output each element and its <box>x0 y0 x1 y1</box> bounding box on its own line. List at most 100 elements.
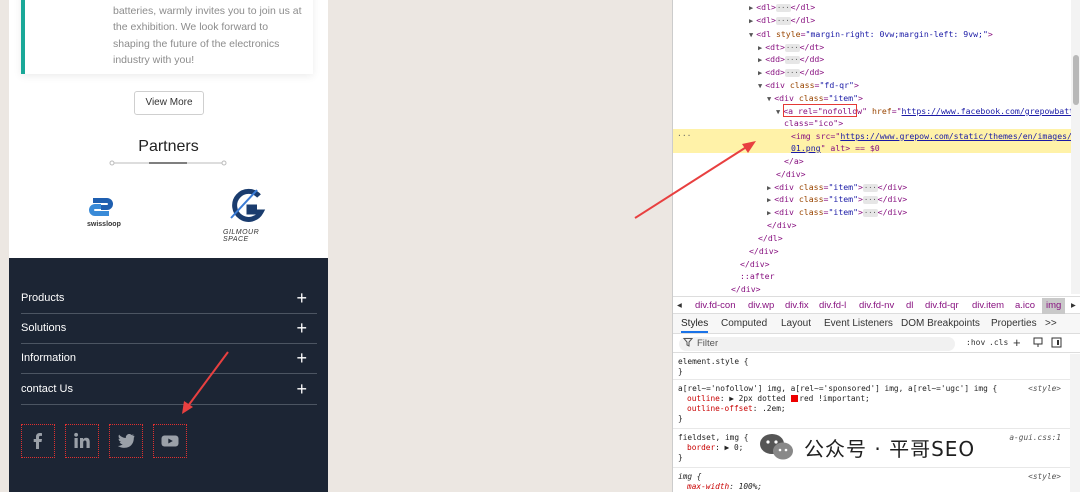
dom-node[interactable]: ▼ <dl style="margin-right: 0vw;margin-lef… <box>749 28 993 40</box>
style-rule-img: img { <style> max-width: 100%; <box>678 472 1061 491</box>
dom-node[interactable]: ▶ <div class="item">···</div> <box>767 193 907 205</box>
tab-event-listeners[interactable]: Event Listeners <box>824 318 893 329</box>
dom-node[interactable]: ▶ <dl>···</dl> <box>749 14 815 26</box>
linkedin-icon <box>74 432 90 448</box>
plus-icon[interactable]: + <box>296 380 307 398</box>
plus-icon[interactable]: + <box>296 289 307 307</box>
style-source-link[interactable]: <style> <box>1028 472 1061 481</box>
breadcrumb-item[interactable]: div.fd-qr <box>925 300 959 311</box>
dom-pseudo-after: ::after <box>740 271 775 281</box>
dom-node[interactable]: ▶ <dt>···</dt> <box>758 41 824 53</box>
filter-placeholder: Filter <box>697 338 719 349</box>
wechat-icon <box>760 434 793 460</box>
styles-toolbar: Filter :hov .cls + <box>673 335 1080 353</box>
dom-node: </div> <box>776 169 806 179</box>
youtube-icon[interactable] <box>153 424 187 458</box>
footer-item-contact-us[interactable]: contact Us + <box>21 375 317 405</box>
card-text: batteries, warmly invites you to join us… <box>113 5 302 66</box>
styles-scrollbar[interactable] <box>1070 354 1080 492</box>
chevron-right-icon[interactable]: ▸ <box>1071 300 1076 311</box>
dom-node-img[interactable]: <img src="https://www.grepow.com/static/… <box>791 130 1080 142</box>
footer-item-label: Products <box>21 292 65 304</box>
breadcrumb-item[interactable]: div.item <box>972 300 1004 311</box>
linkedin-icon[interactable] <box>65 424 99 458</box>
hov-toggle[interactable]: :hov <box>966 338 985 347</box>
dom-node: </div> <box>740 259 770 269</box>
watermark-text: 公众号 · 平哥SEO <box>804 436 976 461</box>
plus-icon[interactable]: + <box>296 319 307 337</box>
dom-node: </div> <box>731 284 761 294</box>
styles-pane: element.style { } a[rel~='nofollow'] img… <box>673 354 1080 492</box>
filter-input[interactable] <box>679 337 955 351</box>
breadcrumb-item-selected[interactable]: img <box>1042 298 1066 314</box>
gilmour-logo-text: GILMOUR SPACE <box>223 229 260 243</box>
dom-node[interactable]: ▶ <dd>···</dd> <box>758 66 824 78</box>
sidebar-tabs: Styles Computed Layout Event Listeners D… <box>673 314 1080 334</box>
scrollbar-thumb[interactable] <box>1073 55 1079 105</box>
footer-item-label: Information <box>21 352 77 364</box>
style-rule-element: element.style { } <box>673 354 1071 380</box>
dom-node[interactable]: ▶ <div class="item">···</div> <box>767 181 907 193</box>
breadcrumb-item[interactable]: div.fd-nv <box>859 300 894 311</box>
elements-tree: ··· ▶ <dl>···</dl> ▶ <dl>···</dl> ▼ <dl sty… <box>673 0 1080 294</box>
style-source-link[interactable]: a-gui.css:1 <box>1009 433 1061 442</box>
swissloop-logo-mark <box>89 198 113 216</box>
elements-scrollbar[interactable] <box>1071 0 1080 294</box>
devtools-panel: ··· ▶ <dl>···</dl> ▶ <dl>···</dl> ▼ <dl sty… <box>672 0 1080 492</box>
partners-heading: Partners <box>138 138 199 155</box>
filter-icon <box>682 337 694 350</box>
plus-icon[interactable]: + <box>296 349 307 367</box>
mobile-page-preview: batteries, warmly invites you to join us… <box>9 0 328 492</box>
facebook-icon[interactable] <box>21 424 55 458</box>
breadcrumb-item[interactable]: a.ico <box>1015 300 1035 311</box>
tab-computed[interactable]: Computed <box>721 318 767 329</box>
twitter-icon <box>117 434 135 448</box>
dom-node: </dl> <box>758 233 783 243</box>
breadcrumb-item[interactable]: div.fix <box>785 300 809 311</box>
dom-node-anchor-class: class="ico"> <box>784 118 844 128</box>
breadcrumb: ◂ div.fd-con div.wp div.fix div.fd-l div… <box>673 296 1080 314</box>
breadcrumb-item[interactable]: div.wp <box>748 300 774 311</box>
style-rule-nofollow: a[rel~='nofollow'] img, a[rel~='sponsore… <box>673 381 1071 429</box>
chevron-left-icon[interactable]: ◂ <box>677 300 682 311</box>
twitter-icon[interactable] <box>109 424 143 458</box>
node-actions-ellipsis[interactable]: ··· <box>677 131 691 140</box>
tab-dom-breakpoints[interactable]: DOM Breakpoints <box>901 318 980 329</box>
dom-node[interactable]: ▶ <dd>···</dd> <box>758 53 824 65</box>
dom-node[interactable]: ▶ <div class="item">···</div> <box>767 206 907 218</box>
footer-item-products[interactable]: Products + <box>21 284 317 314</box>
tab-properties[interactable]: Properties <box>991 318 1037 329</box>
facebook-icon <box>33 433 42 449</box>
breadcrumb-item[interactable]: dl <box>906 300 913 311</box>
view-more-button[interactable]: View More <box>134 91 204 115</box>
new-rule-icon[interactable]: + <box>1013 335 1021 350</box>
dom-node[interactable]: ▼ <div class="fd-qr"> <box>758 79 859 91</box>
gilmour-space-logo[interactable]: GILMOUR SPACE <box>223 188 267 243</box>
style-source-link[interactable]: <style> <box>1028 384 1061 393</box>
swissloop-logo[interactable]: swissloop <box>83 194 121 228</box>
footer-item-label: contact Us <box>21 383 73 395</box>
tab-styles[interactable]: Styles <box>681 318 709 333</box>
tab-layout[interactable]: Layout <box>781 318 811 329</box>
dom-node: </div> <box>767 220 797 230</box>
dom-node[interactable]: ▶ <dl>···</dl> <box>749 1 815 13</box>
nofollow-highlight-box <box>783 104 857 117</box>
breadcrumb-item[interactable]: div.fd-con <box>695 300 735 311</box>
element-state-icon[interactable] <box>1033 337 1043 351</box>
youtube-icon <box>161 435 179 447</box>
toggle-sidebar-icon[interactable] <box>1051 337 1062 351</box>
dom-node-img-cont: 01.png" alt> == $0 <box>791 143 880 153</box>
dom-node: </div> <box>749 246 779 256</box>
dom-node: </a> <box>784 156 804 166</box>
exhibition-card: batteries, warmly invites you to join us… <box>21 0 313 74</box>
watermark: 公众号 · 平哥SEO <box>758 432 975 462</box>
color-swatch[interactable] <box>791 395 799 402</box>
footer-item-information[interactable]: Information + <box>21 344 317 374</box>
footer-item-solutions[interactable]: Solutions + <box>21 314 317 344</box>
cls-toggle[interactable]: .cls <box>989 338 1008 347</box>
swissloop-logo-text: swissloop <box>87 221 121 228</box>
tab-overflow[interactable]: >> <box>1045 318 1057 329</box>
dom-node[interactable]: ▼ <div class="item"> <box>767 92 863 104</box>
breadcrumb-item[interactable]: div.fd-l <box>819 300 846 311</box>
gilmour-space-logo-mark <box>230 188 266 222</box>
